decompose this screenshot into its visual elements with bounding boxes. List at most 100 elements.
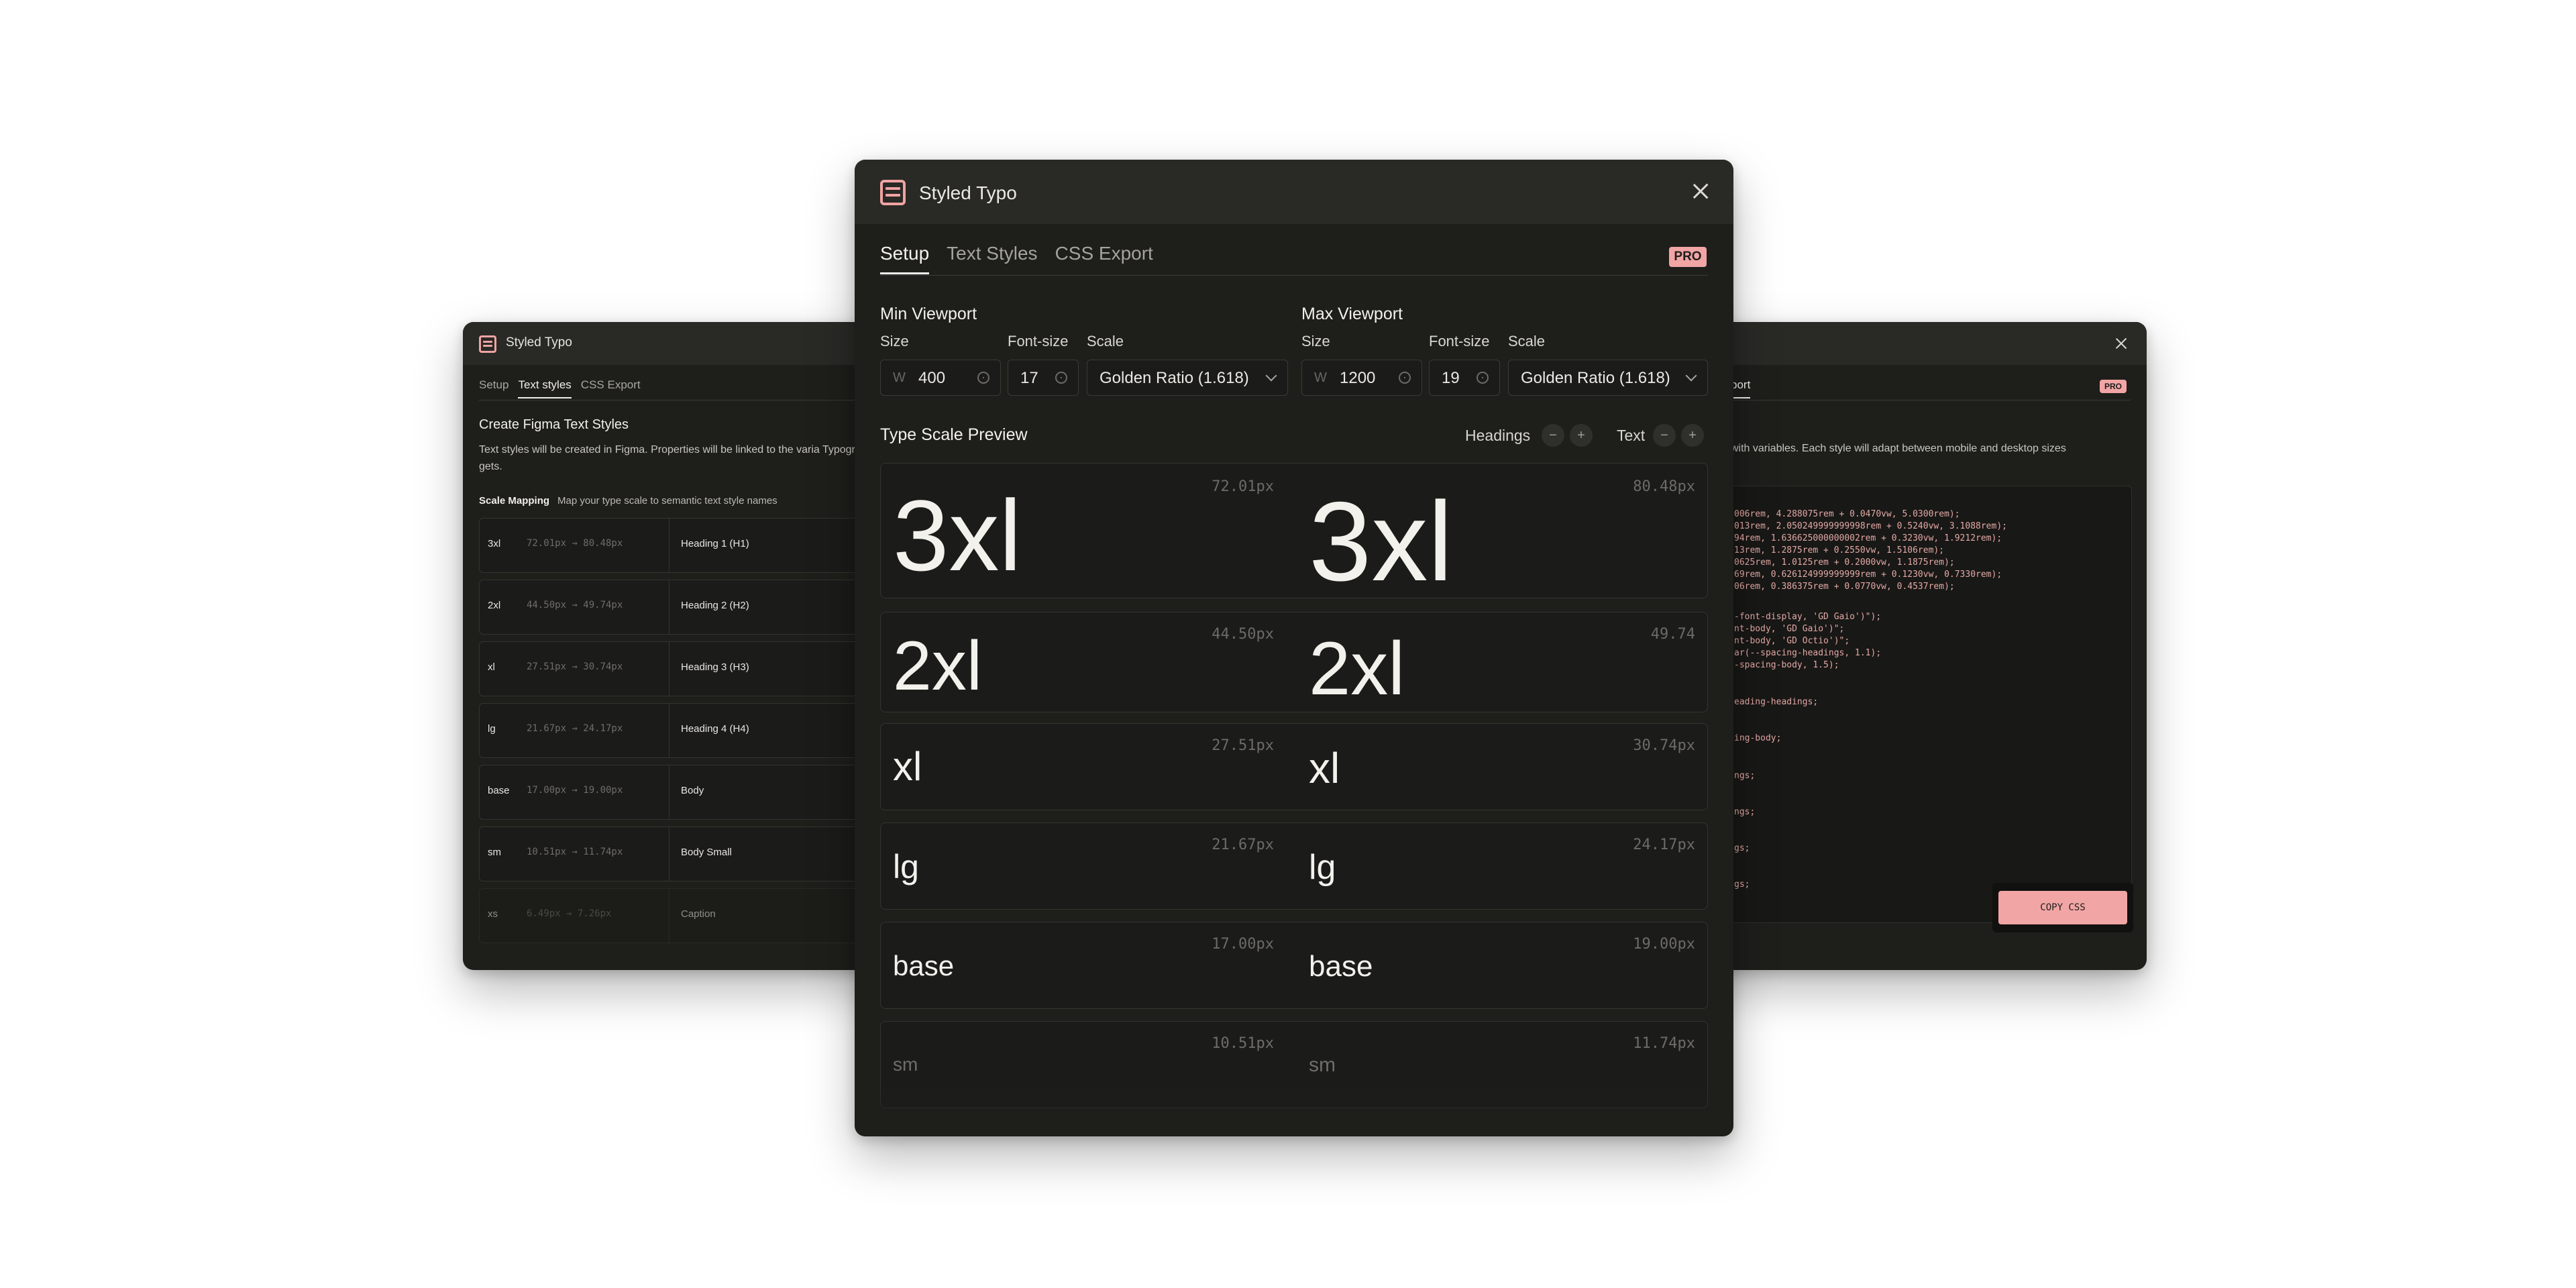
min-sample: base <box>893 950 955 981</box>
max-size: 80.48px <box>1633 478 1695 495</box>
scale-mapping-hint: Map your type scale to semantic text sty… <box>557 495 777 506</box>
scale-mapping-header: Scale Mapping Map your type scale to sema… <box>479 495 777 506</box>
max-font-size-value: 19 <box>1442 369 1460 387</box>
text-label: Text <box>1617 427 1646 444</box>
scale-range: 44.50px → 49.74px <box>527 600 623 610</box>
tab-text-styles[interactable]: Text styles <box>518 378 572 398</box>
tab-css-export[interactable]: CSS Export <box>1055 243 1153 274</box>
tab-setup[interactable]: Setup <box>479 378 508 398</box>
tab-css-export[interactable]: CSS Export <box>581 378 641 398</box>
style-name[interactable]: Heading 3 (H3) <box>681 661 749 673</box>
max-size: 19.00px <box>1633 936 1695 953</box>
max-size: 11.74px <box>1633 1035 1695 1052</box>
max-sample: xl <box>1309 744 1340 792</box>
max-font-size-input[interactable]: 19 <box>1429 360 1500 396</box>
copy-css-button[interactable]: COPY CSS <box>1998 891 2127 924</box>
max-viewport-title: Max Viewport <box>1301 305 1403 323</box>
min-sample: sm <box>893 1054 918 1075</box>
scale-key: xs <box>488 908 498 920</box>
scale-range: 6.49px → 7.26px <box>527 908 612 919</box>
chevron-down-icon <box>1265 370 1277 382</box>
code-line: gs; <box>1734 843 1750 853</box>
scale-range: 27.51px → 30.74px <box>527 661 623 672</box>
max-sample: base <box>1309 950 1373 983</box>
logo-icon <box>479 335 496 353</box>
scale-row-3xl: 3xl 72.01px 3xl 80.48px <box>880 463 1708 598</box>
code-line: 13rem, 1.2875rem + 0.2550vw, 1.5106rem); <box>1734 545 1945 555</box>
max-width-input[interactable]: W 1200 <box>1301 360 1422 396</box>
code-line: 0625rem, 1.0125rem + 0.2000vw, 1.1875rem… <box>1734 557 1955 568</box>
scale-key: xl <box>488 661 495 673</box>
pro-badge: PRO <box>2100 380 2127 393</box>
code-line: ngs; <box>1734 771 1756 781</box>
min-size: 17.00px <box>1212 936 1274 953</box>
max-size: 49.74 <box>1650 626 1695 643</box>
min-font-size-input[interactable]: 17 <box>1008 360 1079 396</box>
title-bar: Styled Typo <box>855 160 1733 224</box>
logo-icon <box>880 180 906 205</box>
code-line: 06rem, 0.386375rem + 0.0770vw, 0.4537rem… <box>1734 582 1955 592</box>
style-name[interactable]: Body <box>681 785 704 796</box>
tab-bar: Setup Text styles CSS Export <box>479 378 641 398</box>
headings-decrease-button[interactable]: − <box>1542 424 1564 447</box>
size-label: Size <box>1301 333 1330 350</box>
headings-label: Headings <box>1465 427 1531 444</box>
stepper-icon[interactable] <box>977 372 989 384</box>
scale-row-base: base 17.00px base 19.00px <box>880 922 1708 1009</box>
tab-css-export[interactable]: port <box>1731 378 1751 398</box>
style-name[interactable]: Body Small <box>681 847 732 858</box>
style-name[interactable]: Heading 4 (H4) <box>681 723 749 735</box>
stepper-icon[interactable] <box>1399 372 1411 384</box>
width-prefix: W <box>893 370 906 385</box>
setup-window: Styled Typo Setup Text Styles CSS Export… <box>855 160 1733 1136</box>
scale-row-2xl: 2xl 44.50px 2xl 49.74 <box>880 612 1708 712</box>
max-sample: 2xl <box>1309 627 1405 710</box>
scale-key: base <box>488 785 510 796</box>
section-heading: Create Figma Text Styles <box>479 417 629 432</box>
scroll-fade <box>855 1083 1733 1136</box>
scale-key: 2xl <box>488 600 501 611</box>
headings-increase-button[interactable]: + <box>1570 424 1593 447</box>
code-line: ngs; <box>1734 807 1756 817</box>
min-size: 10.51px <box>1212 1035 1274 1052</box>
tab-bar: Setup Text Styles CSS Export <box>880 243 1153 274</box>
style-name[interactable]: Heading 2 (H2) <box>681 600 749 611</box>
min-size: 72.01px <box>1212 478 1274 495</box>
min-sample: xl <box>893 744 922 789</box>
min-size: 21.67px <box>1212 837 1274 853</box>
scale-mapping-title: Scale Mapping <box>479 495 550 506</box>
min-viewport-title: Min Viewport <box>880 305 977 323</box>
max-scale-select[interactable]: Golden Ratio (1.618) <box>1508 360 1708 396</box>
tab-setup[interactable]: Setup <box>880 243 930 274</box>
max-size: 30.74px <box>1633 737 1695 754</box>
copy-button-container: COPY CSS <box>1992 883 2133 932</box>
style-name[interactable]: Heading 1 (H1) <box>681 538 749 549</box>
scale-range: 10.51px → 11.74px <box>527 847 623 857</box>
close-icon[interactable] <box>1693 184 1708 199</box>
close-icon[interactable] <box>2116 338 2127 349</box>
code-line: ing-body; <box>1734 733 1782 743</box>
style-name[interactable]: Caption <box>681 908 716 920</box>
code-line: 94rem, 1.636625000000002rem + 0.3230vw, … <box>1734 533 2002 543</box>
stepper-icon[interactable] <box>1055 372 1067 384</box>
scale-range: 72.01px → 80.48px <box>527 538 623 549</box>
scale-label: Scale <box>1508 333 1546 350</box>
code-line: -font-display, 'GD Gaio')"); <box>1734 612 1882 622</box>
tab-text-styles[interactable]: Text Styles <box>947 243 1037 274</box>
export-description: with variables. Each style will adapt be… <box>1731 443 2066 454</box>
scale-range: 21.67px → 24.17px <box>527 723 623 734</box>
scale-row-xl: xl 27.51px xl 30.74px <box>880 723 1708 810</box>
chevron-down-icon <box>1685 370 1697 382</box>
min-size: 44.50px <box>1212 626 1274 643</box>
min-width-value: 400 <box>918 369 946 387</box>
code-line: 006rem, 4.288075rem + 0.0470vw, 5.0300re… <box>1734 509 1960 519</box>
stepper-icon[interactable] <box>1477 372 1489 384</box>
min-width-input[interactable]: W 400 <box>880 360 1001 396</box>
code-line: gs; <box>1734 879 1750 890</box>
type-scale-preview-title: Type Scale Preview <box>880 425 1028 444</box>
text-increase-button[interactable]: + <box>1681 424 1704 447</box>
code-line: ar(--spacing-headings, 1.1); <box>1734 648 1882 658</box>
min-scale-select[interactable]: Golden Ratio (1.618) <box>1087 360 1288 396</box>
scale-range: 17.00px → 19.00px <box>527 785 623 796</box>
text-decrease-button[interactable]: − <box>1653 424 1676 447</box>
